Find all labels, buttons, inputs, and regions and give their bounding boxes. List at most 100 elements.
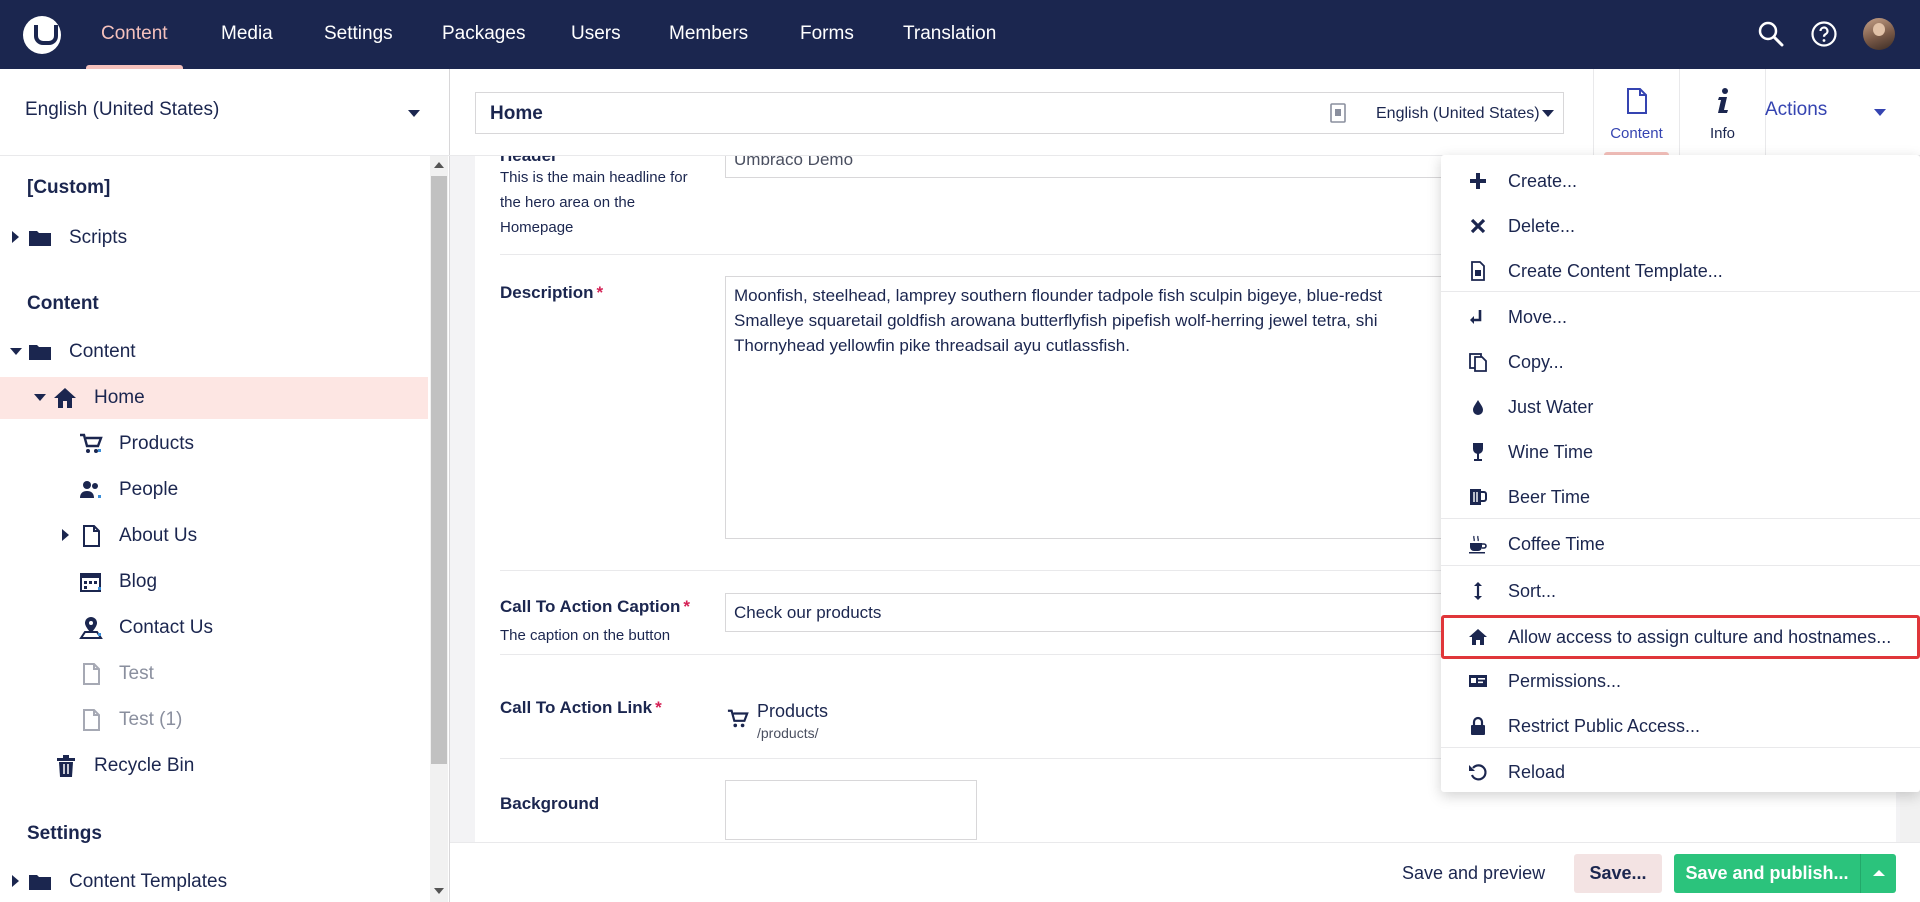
tree-item-blog[interactable]: Blog [0,561,428,603]
save-button[interactable]: Save... [1574,854,1662,893]
tree-item-contact-us[interactable]: Contact Us [0,607,428,649]
save-and-publish-button[interactable]: Save and publish... [1674,854,1860,893]
node-name-field[interactable]: Home English (United States) [475,92,1564,134]
menu-item-restrict-public-access[interactable]: Restrict Public Access... [1441,704,1920,748]
trash-icon [57,755,75,777]
header-input[interactable]: Umbraco Demo [725,156,1522,178]
tree-item-label: Blog [119,571,158,592]
background-label: Background [500,794,600,813]
cta-caption-value: Check our products [734,603,882,622]
publish-options-button[interactable] [1860,854,1896,893]
document-icon [83,709,100,731]
tree-item-products[interactable]: Products [0,423,428,465]
tree-section-content: Content [27,293,99,314]
nav-packages[interactable]: Packages [442,0,525,69]
umbraco-logo[interactable] [23,16,61,54]
tab-info[interactable]: Info [1679,69,1765,156]
scroll-up-icon[interactable] [434,162,444,168]
menu-item-reload[interactable]: Reload [1441,750,1920,794]
document-icon [83,663,100,685]
menu-item-delete[interactable]: Delete... [1441,204,1920,248]
cart-icon [80,433,103,453]
home-icon [1469,629,1487,645]
menu-item-create[interactable]: Create... [1441,159,1920,203]
save-and-preview-button[interactable]: Save and preview [1402,863,1545,884]
nav-content[interactable]: Content [86,0,182,69]
tree-item-test[interactable]: Test [0,653,428,695]
tree-item-recycle-bin[interactable]: Recycle Bin [0,745,428,787]
map-pin-icon [79,617,103,639]
tree-item-home[interactable]: Home [0,377,428,419]
search-icon[interactable] [1757,20,1785,48]
tree-item-content-templates[interactable]: Content Templates [0,861,428,902]
nav-translation[interactable]: Translation [903,0,996,69]
bottom-bar: Save and preview Save... Save and publis… [450,842,1920,902]
tab-label: Info [1709,125,1736,142]
menu-item-just-water[interactable]: Just Water [1441,385,1920,429]
language-switcher[interactable]: English (United States) [1376,105,1540,123]
tab-content[interactable]: Content [1593,69,1679,156]
actions-button[interactable]: Actions [1765,99,1827,121]
tree-item-content-root[interactable]: Content [0,331,428,373]
menu-item-coffee-time[interactable]: Coffee Time [1441,522,1920,566]
nav-settings[interactable]: Settings [324,0,393,69]
calendar-icon [80,573,101,592]
expand-arrow-icon[interactable] [62,529,69,541]
scroll-down-icon[interactable] [434,888,444,894]
tree-item-test-1[interactable]: Test (1) [0,699,428,741]
description-label: Description * [500,283,604,302]
cta-link-url: /products/ [757,725,819,741]
collapse-arrow-icon[interactable] [10,348,22,355]
chevron-down-icon[interactable] [1874,109,1886,116]
menu-item-culture-hostnames[interactable]: Allow access to assign culture and hostn… [1441,615,1920,659]
user-avatar[interactable] [1863,18,1895,50]
collapse-arrow-icon[interactable] [34,394,46,401]
tab-label: Content [1610,125,1663,142]
chevron-down-icon [408,110,420,117]
info-icon [1718,88,1728,113]
menu-item-beer-time[interactable]: Beer Time [1441,475,1920,519]
nav-media[interactable]: Media [221,0,273,69]
coffee-cup-icon [1469,535,1487,554]
wine-glass-icon [1473,443,1483,461]
folder-icon [29,231,51,246]
background-picker[interactable] [725,780,977,840]
document-info-icon[interactable] [1329,103,1347,123]
copy-icon [1469,353,1487,372]
content-tree: [Custom] Scripts Content Content Home Pr… [0,156,428,902]
sort-icon [1474,582,1482,600]
cta-link-name[interactable]: Products [757,701,828,722]
tree-item-label: Recycle Bin [94,755,195,776]
menu-separator [1441,518,1920,519]
culture-selector[interactable]: English (United States) [0,69,450,156]
expand-arrow-icon[interactable] [12,875,19,887]
help-icon[interactable] [1810,20,1838,48]
tree-item-label: Products [119,433,194,454]
nav-forms[interactable]: Forms [800,0,854,69]
menu-separator [1441,565,1920,566]
menu-item-wine-time[interactable]: Wine Time [1441,430,1920,474]
nav-members[interactable]: Members [669,0,748,69]
chevron-down-icon[interactable] [1542,110,1554,117]
menu-item-permissions[interactable]: Permissions... [1441,659,1920,703]
menu-item-copy[interactable]: Copy... [1441,340,1920,384]
reload-icon [1469,764,1487,781]
tree-section-custom: [Custom] [27,177,111,198]
tree-item-about-us[interactable]: About Us [0,515,428,557]
cta-caption-input[interactable]: Check our products [725,593,1522,632]
nav-users[interactable]: Users [571,0,621,69]
menu-item-move[interactable]: Move... [1441,295,1920,339]
lock-icon [1471,716,1485,735]
menu-item-sort[interactable]: Sort... [1441,569,1920,613]
tree-item-label: Test [119,663,154,684]
menu-item-create-content-template[interactable]: Create Content Template... [1441,249,1920,293]
cta-caption-label: Call To Action Caption * [500,597,691,616]
description-textarea[interactable]: Moonfish, steelhead, lamprey southern fl… [725,276,1522,539]
editor-header: Home English (United States) Content Inf… [450,69,1920,156]
expand-arrow-icon[interactable] [12,231,19,243]
tree-scrollbar-thumb[interactable] [431,176,447,764]
tree-item-scripts[interactable]: Scripts [0,217,428,259]
tree-item-people[interactable]: People [0,469,428,511]
cart-icon [727,709,749,728]
tree-item-label: Home [94,387,145,408]
